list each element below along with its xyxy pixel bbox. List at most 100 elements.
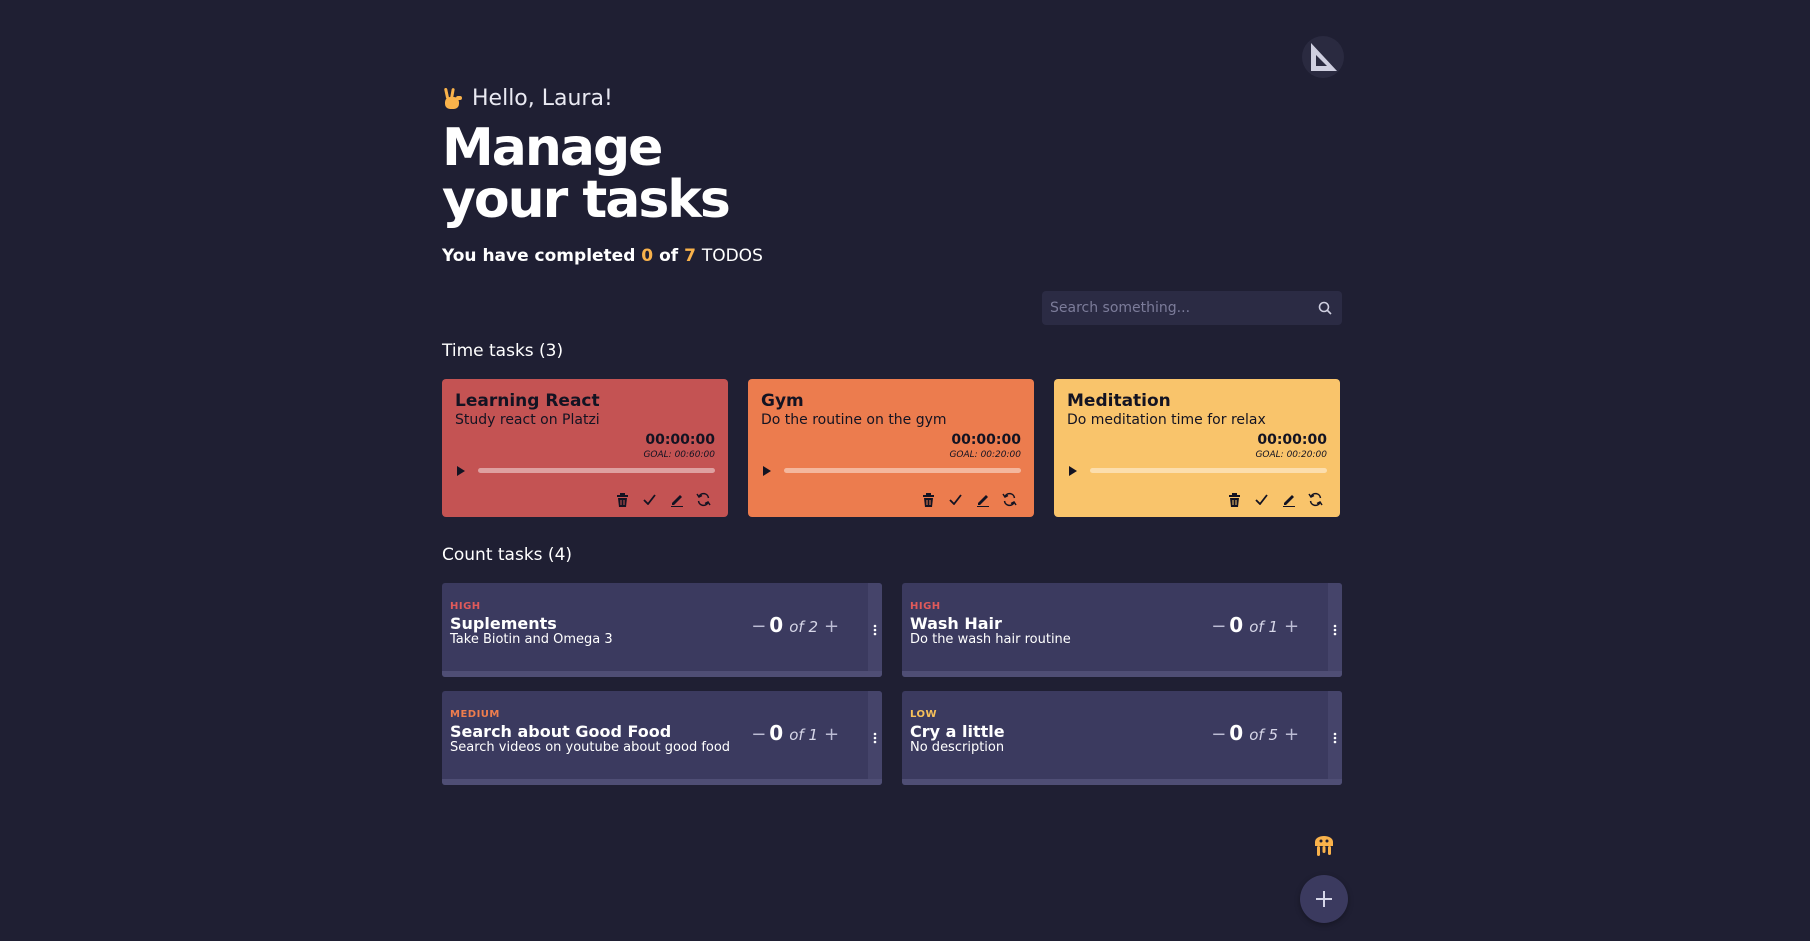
- task-name: Meditation: [1067, 391, 1171, 411]
- priority-badge: LOW: [910, 709, 938, 720]
- current-count: 0: [769, 721, 784, 745]
- task-description: Study react on Platzi: [455, 412, 600, 428]
- reset-icon[interactable]: [1307, 491, 1324, 508]
- count-tasks-list: HIGH Suplements Take Biotin and Omega 3 …: [442, 583, 1342, 785]
- progress-bar: [902, 779, 1342, 785]
- reset-icon[interactable]: [1001, 491, 1018, 508]
- page-title-line-2: your tasks: [442, 170, 731, 230]
- reset-icon[interactable]: [695, 491, 712, 508]
- edit-icon[interactable]: [1280, 491, 1297, 508]
- goal-count: of 1: [789, 726, 818, 744]
- more-options-button[interactable]: [1328, 691, 1342, 785]
- task-name: Learning React: [455, 391, 600, 411]
- priority-badge: HIGH: [910, 601, 941, 612]
- edit-icon[interactable]: [974, 491, 991, 508]
- counter: − 0 of 5 +: [1211, 721, 1299, 745]
- task-description: Search videos on youtube about good food: [450, 740, 731, 755]
- current-count: 0: [1229, 721, 1244, 745]
- decrement-button[interactable]: −: [1211, 616, 1226, 637]
- decrement-button[interactable]: −: [1211, 724, 1226, 745]
- time-tasks-list: Learning React Study react on Platzi 00:…: [442, 379, 1340, 517]
- task-timer: 00:00:00: [951, 432, 1021, 448]
- task-description: Do the routine on the gym: [761, 412, 947, 428]
- task-actions: [1226, 491, 1324, 508]
- increment-button[interactable]: +: [1284, 724, 1299, 745]
- check-icon[interactable]: [1253, 491, 1270, 508]
- page-title: Manage your tasks: [442, 122, 842, 226]
- search-bar: [1042, 291, 1342, 325]
- more-vertical-icon: [873, 732, 877, 744]
- task-goal: GOAL: 00:20:00: [949, 450, 1021, 460]
- summary-of: of: [659, 246, 679, 266]
- current-count: 0: [769, 613, 784, 637]
- more-options-button[interactable]: [868, 583, 882, 677]
- search-icon[interactable]: [1316, 299, 1334, 317]
- task-description: Do the wash hair routine: [910, 632, 1071, 647]
- task-actions: [614, 491, 712, 508]
- increment-button[interactable]: +: [824, 616, 839, 637]
- decrement-button[interactable]: −: [751, 616, 766, 637]
- task-description: Do meditation time for relax: [1067, 412, 1266, 428]
- time-task-card: Learning React Study react on Platzi 00:…: [442, 379, 728, 517]
- check-icon[interactable]: [641, 491, 658, 508]
- more-options-button[interactable]: [868, 691, 882, 785]
- delete-icon[interactable]: [1226, 491, 1243, 508]
- increment-button[interactable]: +: [824, 724, 839, 745]
- victory-hand-icon: [444, 87, 462, 109]
- time-task-card: Meditation Do meditation time for relax …: [1054, 379, 1340, 517]
- priority-badge: HIGH: [450, 601, 481, 612]
- count-task-card: MEDIUM Search about Good Food Search vid…: [442, 691, 882, 785]
- task-name: Search about Good Food: [450, 722, 672, 741]
- task-goal: GOAL: 00:20:00: [1255, 450, 1327, 460]
- add-task-button[interactable]: [1300, 875, 1348, 923]
- greeting: Hello, Laura!: [442, 86, 613, 111]
- counter: − 0 of 1 +: [751, 721, 839, 745]
- count-task-card: LOW Cry a little No description − 0 of 5…: [902, 691, 1342, 785]
- completed-count: 0: [641, 246, 654, 266]
- completion-summary: You have completed 0 of 7 TODOS: [442, 246, 763, 266]
- task-name: Gym: [761, 391, 804, 411]
- page-title-line-1: Manage: [442, 118, 663, 178]
- progress-bar: [784, 468, 1021, 473]
- task-timer: 00:00:00: [645, 432, 715, 448]
- progress-bar: [442, 779, 882, 785]
- goal-count: of 2: [789, 618, 818, 636]
- task-name: Wash Hair: [910, 614, 1002, 633]
- goal-count: of 1: [1249, 618, 1278, 636]
- greeting-text: Hello, Laura!: [472, 86, 613, 111]
- task-actions: [920, 491, 1018, 508]
- more-vertical-icon: [873, 624, 877, 636]
- counter: − 0 of 1 +: [1211, 613, 1299, 637]
- task-description: Take Biotin and Omega 3: [450, 632, 613, 647]
- more-options-button[interactable]: [1328, 583, 1342, 677]
- delete-icon[interactable]: [614, 491, 631, 508]
- task-goal: GOAL: 00:60:00: [643, 450, 715, 460]
- delete-icon[interactable]: [920, 491, 937, 508]
- progress-bar: [902, 671, 1342, 677]
- progress-bar: [478, 468, 715, 473]
- check-icon[interactable]: [947, 491, 964, 508]
- total-count: 7: [684, 246, 696, 266]
- task-timer: 00:00:00: [1257, 432, 1327, 448]
- progress-bar: [442, 671, 882, 677]
- play-icon[interactable]: [456, 465, 466, 477]
- play-icon[interactable]: [1068, 465, 1078, 477]
- mascot-icon: [1315, 836, 1333, 856]
- goal-count: of 5: [1249, 726, 1278, 744]
- more-vertical-icon: [1333, 732, 1337, 744]
- decrement-button[interactable]: −: [751, 724, 766, 745]
- search-input[interactable]: [1050, 300, 1316, 316]
- task-description: No description: [910, 740, 1005, 755]
- theme-toggle-button[interactable]: [1302, 36, 1344, 78]
- count-task-card: HIGH Suplements Take Biotin and Omega 3 …: [442, 583, 882, 677]
- increment-button[interactable]: +: [1284, 616, 1299, 637]
- play-icon[interactable]: [762, 465, 772, 477]
- count-task-card: HIGH Wash Hair Do the wash hair routine …: [902, 583, 1342, 677]
- time-task-card: Gym Do the routine on the gym 00:00:00 G…: [748, 379, 1034, 517]
- plus-icon: [1316, 891, 1332, 907]
- edit-icon[interactable]: [668, 491, 685, 508]
- task-name: Cry a little: [910, 722, 1005, 741]
- time-tasks-heading: Time tasks (3): [442, 341, 564, 361]
- summary-unit: TODOS: [701, 246, 763, 266]
- priority-badge: MEDIUM: [450, 709, 500, 720]
